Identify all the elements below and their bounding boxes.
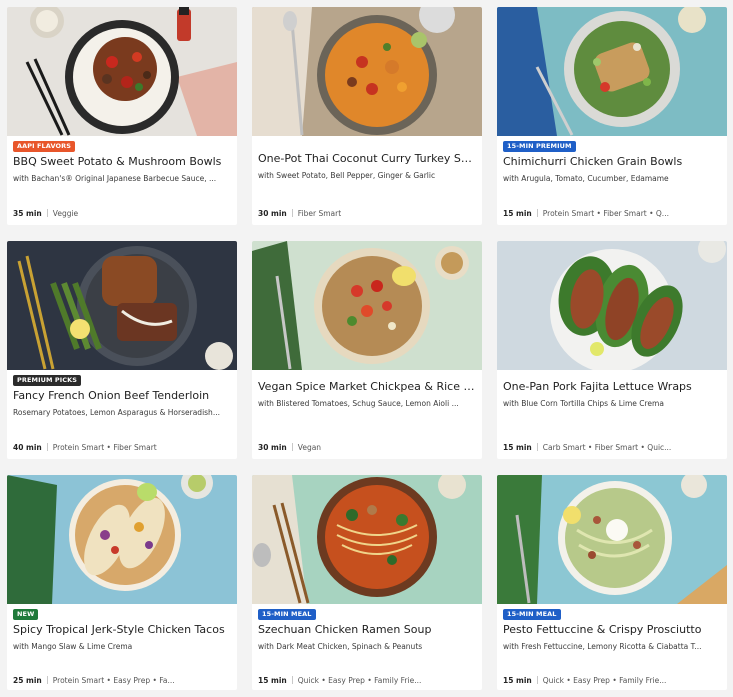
recipe-tags: Quick • Easy Prep • Family Frie...	[297, 676, 422, 685]
recipe-tags: Fiber Smart	[297, 209, 342, 218]
recipe-meta: 25 min Protein Smart • Easy Prep • Fa...	[13, 676, 235, 686]
recipe-meta: 15 min Quick • Easy Prep • Family Frie...	[503, 676, 725, 686]
recipe-subtitle: with Blistered Tomatoes, Schug Sauce, Le…	[258, 399, 459, 408]
cook-time: 15 min	[503, 209, 532, 218]
meal-badge: AAPI FLAVORS	[13, 141, 76, 152]
cook-time: 30 min	[258, 209, 287, 218]
recipe-photo[interactable]	[7, 475, 237, 604]
recipe-tags: Vegan	[297, 443, 322, 452]
recipe-photo[interactable]	[497, 241, 727, 370]
meal-badge: 15-MIN MEAL	[503, 609, 561, 620]
meal-badge: PREMIUM PICKS	[13, 375, 82, 386]
meta-divider	[46, 676, 48, 684]
recipe-tags: Protein Smart • Fiber Smart • Q...	[542, 209, 669, 218]
recipe-photo[interactable]	[252, 7, 482, 136]
recipe-tags: Quick • Easy Prep • Family Frie...	[542, 676, 667, 685]
recipe-photo[interactable]	[497, 475, 727, 604]
recipe-card[interactable]: Vegan Spice Market Chickpea & Rice Bo...…	[252, 241, 482, 459]
recipe-subtitle: with Blue Corn Tortilla Chips & Lime Cre…	[503, 399, 664, 408]
recipe-meta: 15 min Quick • Easy Prep • Family Frie...	[258, 676, 480, 686]
recipe-photo[interactable]	[497, 7, 727, 136]
recipe-subtitle: with Bachan's® Original Japanese Barbecu…	[13, 174, 217, 183]
meta-divider	[46, 209, 48, 217]
recipe-meta: 30 min Fiber Smart	[258, 209, 480, 219]
recipe-title[interactable]: Spicy Tropical Jerk-Style Chicken Tacos	[13, 623, 233, 637]
recipe-title[interactable]: One-Pot Thai Coconut Curry Turkey Soup	[258, 152, 478, 166]
recipe-subtitle: with Mango Slaw & Lime Crema	[13, 642, 133, 651]
cook-time: 15 min	[503, 443, 532, 452]
recipe-tags: Protein Smart • Easy Prep • Fa...	[52, 676, 175, 685]
recipe-tags: Veggie	[52, 209, 79, 218]
recipe-title[interactable]: Vegan Spice Market Chickpea & Rice Bo...	[258, 380, 478, 394]
cook-time: 15 min	[503, 676, 532, 685]
meta-divider	[536, 676, 538, 684]
recipe-meta: 35 min Veggie	[13, 209, 235, 219]
recipe-meta: 30 min Vegan	[258, 443, 480, 453]
recipe-title[interactable]: One-Pan Pork Fajita Lettuce Wraps	[503, 380, 723, 394]
recipe-card[interactable]: 15-MIN PREMIUM Chimichurri Chicken Grain…	[497, 7, 727, 225]
recipe-title[interactable]: Pesto Fettuccine & Crispy Prosciutto	[503, 623, 723, 637]
recipe-grid: AAPI FLAVORS BBQ Sweet Potato & Mushroom…	[0, 0, 733, 697]
recipe-title[interactable]: Szechuan Chicken Ramen Soup	[258, 623, 478, 637]
recipe-subtitle: with Fresh Fettuccine, Lemony Ricotta & …	[503, 642, 702, 651]
meta-divider	[291, 209, 293, 217]
recipe-photo[interactable]	[7, 7, 237, 136]
cook-time: 35 min	[13, 209, 42, 218]
meal-badge: 15-MIN PREMIUM	[503, 141, 576, 152]
recipe-meta: 40 min Protein Smart • Fiber Smart	[13, 443, 235, 453]
recipe-photo[interactable]	[7, 241, 237, 370]
recipe-subtitle: with Dark Meat Chicken, Spinach & Peanut…	[258, 642, 423, 651]
cook-time: 40 min	[13, 443, 42, 452]
recipe-subtitle: Rosemary Potatoes, Lemon Asparagus & Hor…	[13, 408, 220, 417]
recipe-card[interactable]: AAPI FLAVORS BBQ Sweet Potato & Mushroom…	[7, 7, 237, 225]
recipe-subtitle: with Arugula, Tomato, Cucumber, Edamame	[503, 174, 669, 183]
meta-divider	[536, 209, 538, 217]
cook-time: 15 min	[258, 676, 287, 685]
meta-divider	[536, 443, 538, 451]
recipe-card[interactable]: NEW Spicy Tropical Jerk-Style Chicken Ta…	[7, 475, 237, 690]
recipe-card[interactable]: One-Pot Thai Coconut Curry Turkey Soup w…	[252, 7, 482, 225]
meal-badge: NEW	[13, 609, 39, 620]
recipe-card[interactable]: 15-MIN MEAL Szechuan Chicken Ramen Soup …	[252, 475, 482, 690]
recipe-tags: Protein Smart • Fiber Smart	[52, 443, 157, 452]
meta-divider	[46, 443, 48, 451]
recipe-card[interactable]: One-Pan Pork Fajita Lettuce Wraps with B…	[497, 241, 727, 459]
recipe-meta: 15 min Carb Smart • Fiber Smart • Quic...	[503, 443, 725, 453]
recipe-subtitle: with Sweet Potato, Bell Pepper, Ginger &…	[258, 171, 436, 180]
recipe-card[interactable]: 15-MIN MEAL Pesto Fettuccine & Crispy Pr…	[497, 475, 727, 690]
recipe-tags: Carb Smart • Fiber Smart • Quic...	[542, 443, 672, 452]
cook-time: 25 min	[13, 676, 42, 685]
meta-divider	[291, 443, 293, 451]
recipe-photo[interactable]	[252, 241, 482, 370]
recipe-title[interactable]: Fancy French Onion Beef Tenderloin	[13, 389, 233, 403]
recipe-photo[interactable]	[252, 475, 482, 604]
recipe-title[interactable]: Chimichurri Chicken Grain Bowls	[503, 155, 723, 169]
recipe-title[interactable]: BBQ Sweet Potato & Mushroom Bowls	[13, 155, 233, 169]
meal-badge: 15-MIN MEAL	[258, 609, 316, 620]
cook-time: 30 min	[258, 443, 287, 452]
recipe-meta: 15 min Protein Smart • Fiber Smart • Q...	[503, 209, 725, 219]
recipe-card[interactable]: PREMIUM PICKS Fancy French Onion Beef Te…	[7, 241, 237, 459]
meta-divider	[291, 676, 293, 684]
